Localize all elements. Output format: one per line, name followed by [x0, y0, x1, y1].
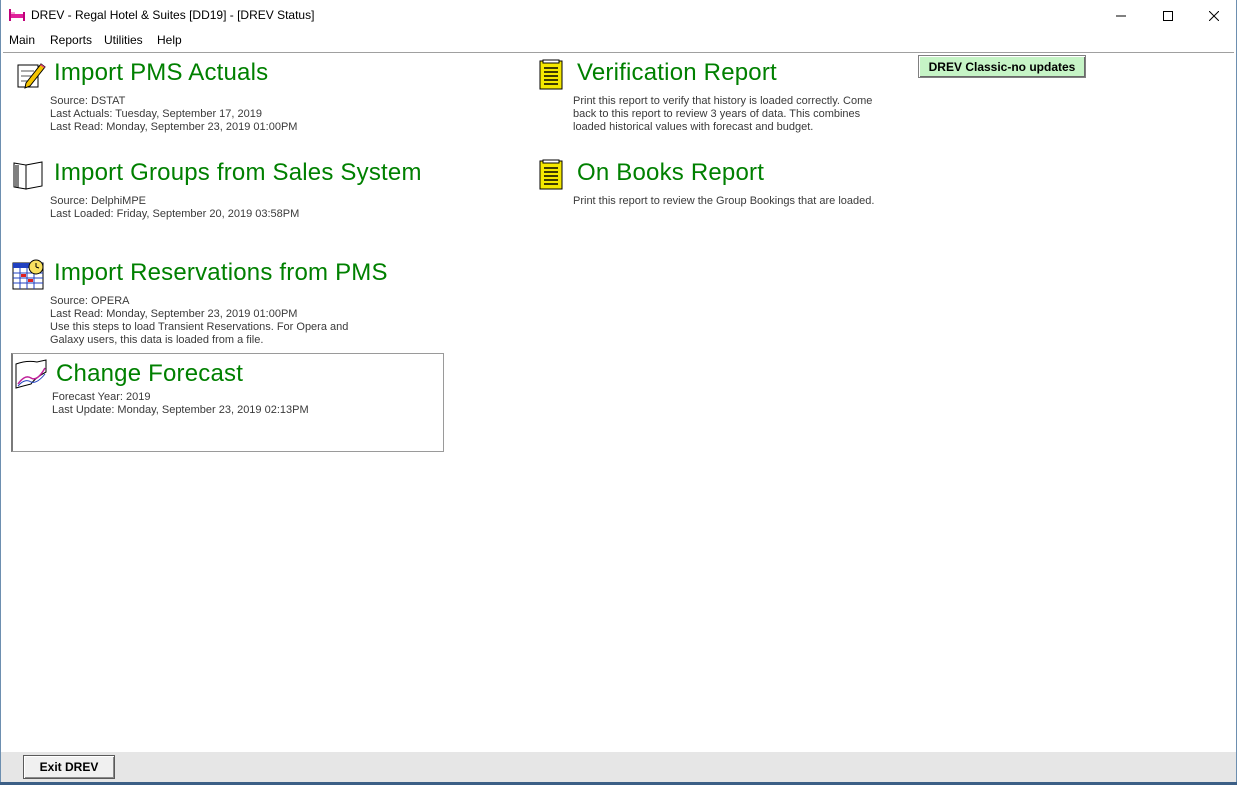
hotel-bed-icon	[9, 9, 25, 21]
task-import-reservations[interactable]: Import Reservations from PMS Source: OPE…	[12, 259, 442, 349]
task-on-books-report[interactable]: On Books Report Print this report to rev…	[537, 159, 897, 219]
maximize-icon	[1163, 10, 1173, 21]
note-line: Use this steps to load Transient Reserva…	[50, 321, 349, 333]
task-title[interactable]: On Books Report	[577, 159, 764, 187]
description-line: Print this report to review the Group Bo…	[573, 195, 875, 207]
report-document-icon	[539, 159, 563, 190]
note-line: Galaxy users, this data is loaded from a…	[50, 334, 264, 346]
forecast-year-line: Forecast Year: 2019	[52, 391, 151, 403]
description-line: Print this report to verify that history…	[573, 95, 873, 107]
task-title[interactable]: Import Groups from Sales System	[54, 159, 422, 187]
menu-utilities[interactable]: Utilities	[104, 33, 143, 47]
task-verification-report[interactable]: Verification Report Print this report to…	[537, 59, 897, 139]
task-import-pms-actuals[interactable]: Import PMS Actuals Source: DSTAT Last Ac…	[14, 59, 434, 139]
status-panel: Import PMS Actuals Source: DSTAT Last Ac…	[3, 52, 1234, 753]
last-update-line: Last Update: Monday, September 23, 2019 …	[52, 404, 309, 416]
drev-classic-button[interactable]: DREV Classic-no updates	[918, 55, 1086, 78]
task-change-forecast[interactable]: Change Forecast Forecast Year: 2019 Last…	[11, 353, 444, 452]
maximize-button[interactable]	[1145, 0, 1191, 31]
task-title[interactable]: Import Reservations from PMS	[54, 259, 388, 287]
task-details: Source: OPERA Last Read: Monday, Septemb…	[50, 295, 348, 347]
report-document-icon	[539, 59, 563, 90]
footer-bar: Exit DREV	[1, 752, 1236, 783]
task-details: Forecast Year: 2019 Last Update: Monday,…	[52, 391, 309, 417]
source-line: Source: OPERA	[50, 295, 130, 307]
title-bar[interactable]: DREV - Regal Hotel & Suites [DD19] - [DR…	[1, 0, 1236, 31]
task-details: Source: DSTAT Last Actuals: Tuesday, Sep…	[50, 95, 297, 134]
app-window: DREV - Regal Hotel & Suites [DD19] - [DR…	[0, 0, 1237, 784]
menu-bar: Main Reports Utilities Help	[1, 31, 1236, 51]
task-title[interactable]: Import PMS Actuals	[54, 59, 268, 87]
pencil-checklist-icon	[17, 63, 46, 89]
task-title[interactable]: Change Forecast	[56, 360, 243, 388]
source-line: Source: DSTAT	[50, 95, 126, 107]
menu-reports[interactable]: Reports	[50, 33, 92, 47]
minimize-icon	[1116, 15, 1126, 16]
description-line: back to this report to review 3 years of…	[573, 108, 861, 120]
task-details: Source: DelphiMPE Last Loaded: Friday, S…	[50, 195, 299, 221]
task-details: Print this report to verify that history…	[573, 95, 872, 134]
last-read-line: Last Read: Monday, September 23, 2019 01…	[50, 308, 298, 320]
calendar-clock-icon	[12, 259, 44, 290]
last-loaded-line: Last Loaded: Friday, September 20, 2019 …	[50, 208, 300, 220]
window-title: DREV - Regal Hotel & Suites [DD19] - [DR…	[31, 8, 315, 22]
source-line: Source: DelphiMPE	[50, 195, 146, 207]
menu-main[interactable]: Main	[9, 33, 35, 47]
open-book-icon	[13, 161, 43, 190]
close-button[interactable]	[1191, 0, 1237, 31]
exit-button[interactable]: Exit DREV	[23, 755, 115, 779]
last-read-line: Last Read: Monday, September 23, 2019 01…	[50, 121, 298, 133]
close-icon	[1209, 10, 1219, 21]
task-details: Print this report to review the Group Bo…	[573, 195, 874, 208]
last-actuals-line: Last Actuals: Tuesday, September 17, 201…	[50, 108, 262, 120]
forecast-chart-icon	[15, 359, 47, 389]
minimize-button[interactable]	[1098, 0, 1144, 31]
description-line: loaded historical values with forecast a…	[573, 121, 814, 133]
menu-help[interactable]: Help	[157, 33, 182, 47]
task-import-groups[interactable]: Import Groups from Sales System Source: …	[12, 159, 452, 229]
task-title[interactable]: Verification Report	[577, 59, 777, 87]
